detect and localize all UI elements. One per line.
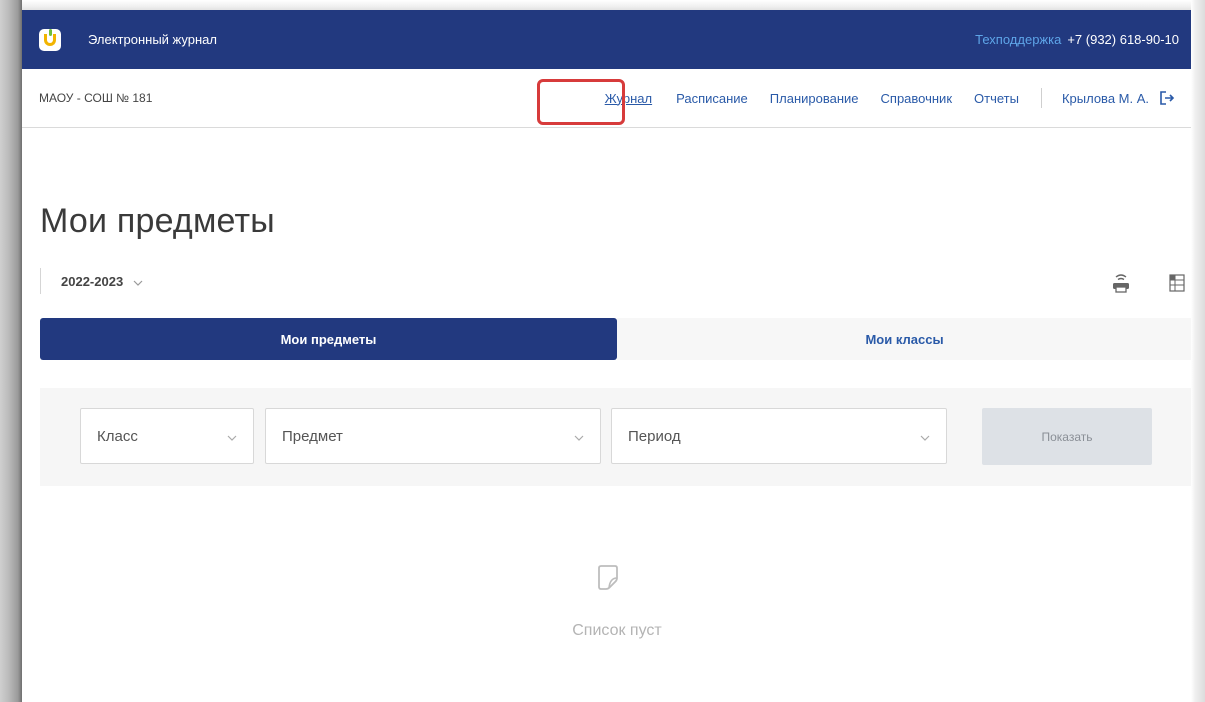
logo-icon[interactable] xyxy=(39,28,61,51)
support-link[interactable]: Техподдержка xyxy=(975,32,1061,47)
chevron-down-icon xyxy=(920,428,930,445)
screenshot-frame-top xyxy=(0,0,1205,10)
support-phone: +7 (932) 618-90-10 xyxy=(1067,32,1179,47)
class-select-placeholder: Класс xyxy=(97,427,138,445)
nav-item-planning[interactable]: Планирование xyxy=(770,91,859,106)
filter-panel: Класс Предмет Период Показать xyxy=(40,388,1191,486)
nav-item-schedule[interactable]: Расписание xyxy=(676,91,748,106)
class-select[interactable]: Класс xyxy=(80,408,254,464)
page-title: Мои предметы xyxy=(40,202,275,240)
period-select-placeholder: Период xyxy=(628,427,681,445)
app-title: Электронный журнал xyxy=(88,32,217,47)
subject-select-placeholder: Предмет xyxy=(282,427,343,445)
user-name-link[interactable]: Крылова М. А. xyxy=(1062,91,1149,106)
tab-my-classes[interactable]: Мои классы xyxy=(617,318,1191,360)
period-select[interactable]: Период xyxy=(611,408,947,464)
tabs: Мои предметы Мои классы xyxy=(40,318,1191,360)
top-bar: Электронный журнал Техподдержка +7 (932)… xyxy=(22,10,1191,69)
print-icon[interactable] xyxy=(1112,274,1130,299)
screenshot-frame-left xyxy=(0,0,22,702)
nav-item-journal[interactable]: Журнал xyxy=(605,91,652,106)
excel-icon[interactable] xyxy=(1169,274,1185,297)
empty-state-text: Список пуст xyxy=(572,622,662,639)
empty-list-icon xyxy=(596,564,620,595)
screenshot-frame-right xyxy=(1191,0,1205,702)
show-button[interactable]: Показать xyxy=(982,408,1152,465)
year-value: 2022-2023 xyxy=(61,273,124,289)
logout-icon[interactable] xyxy=(1159,90,1175,106)
nav-item-reports[interactable]: Отчеты xyxy=(974,91,1019,106)
year-dropdown[interactable]: 2022-2023 xyxy=(40,268,143,294)
chevron-down-icon xyxy=(227,428,237,445)
subject-select[interactable]: Предмет xyxy=(265,408,601,464)
tab-my-subjects[interactable]: Мои предметы xyxy=(40,318,617,360)
app-window: Электронный журнал Техподдержка +7 (932)… xyxy=(22,10,1191,702)
nav-bar: МАОУ - СОШ № 181 Журнал Расписание Плани… xyxy=(22,69,1191,128)
chevron-down-icon xyxy=(133,274,143,289)
nav-item-directory[interactable]: Справочник xyxy=(881,91,953,106)
chevron-down-icon xyxy=(574,428,584,445)
nav-divider xyxy=(1040,88,1042,108)
school-name: МАОУ - СОШ № 181 xyxy=(39,91,153,105)
